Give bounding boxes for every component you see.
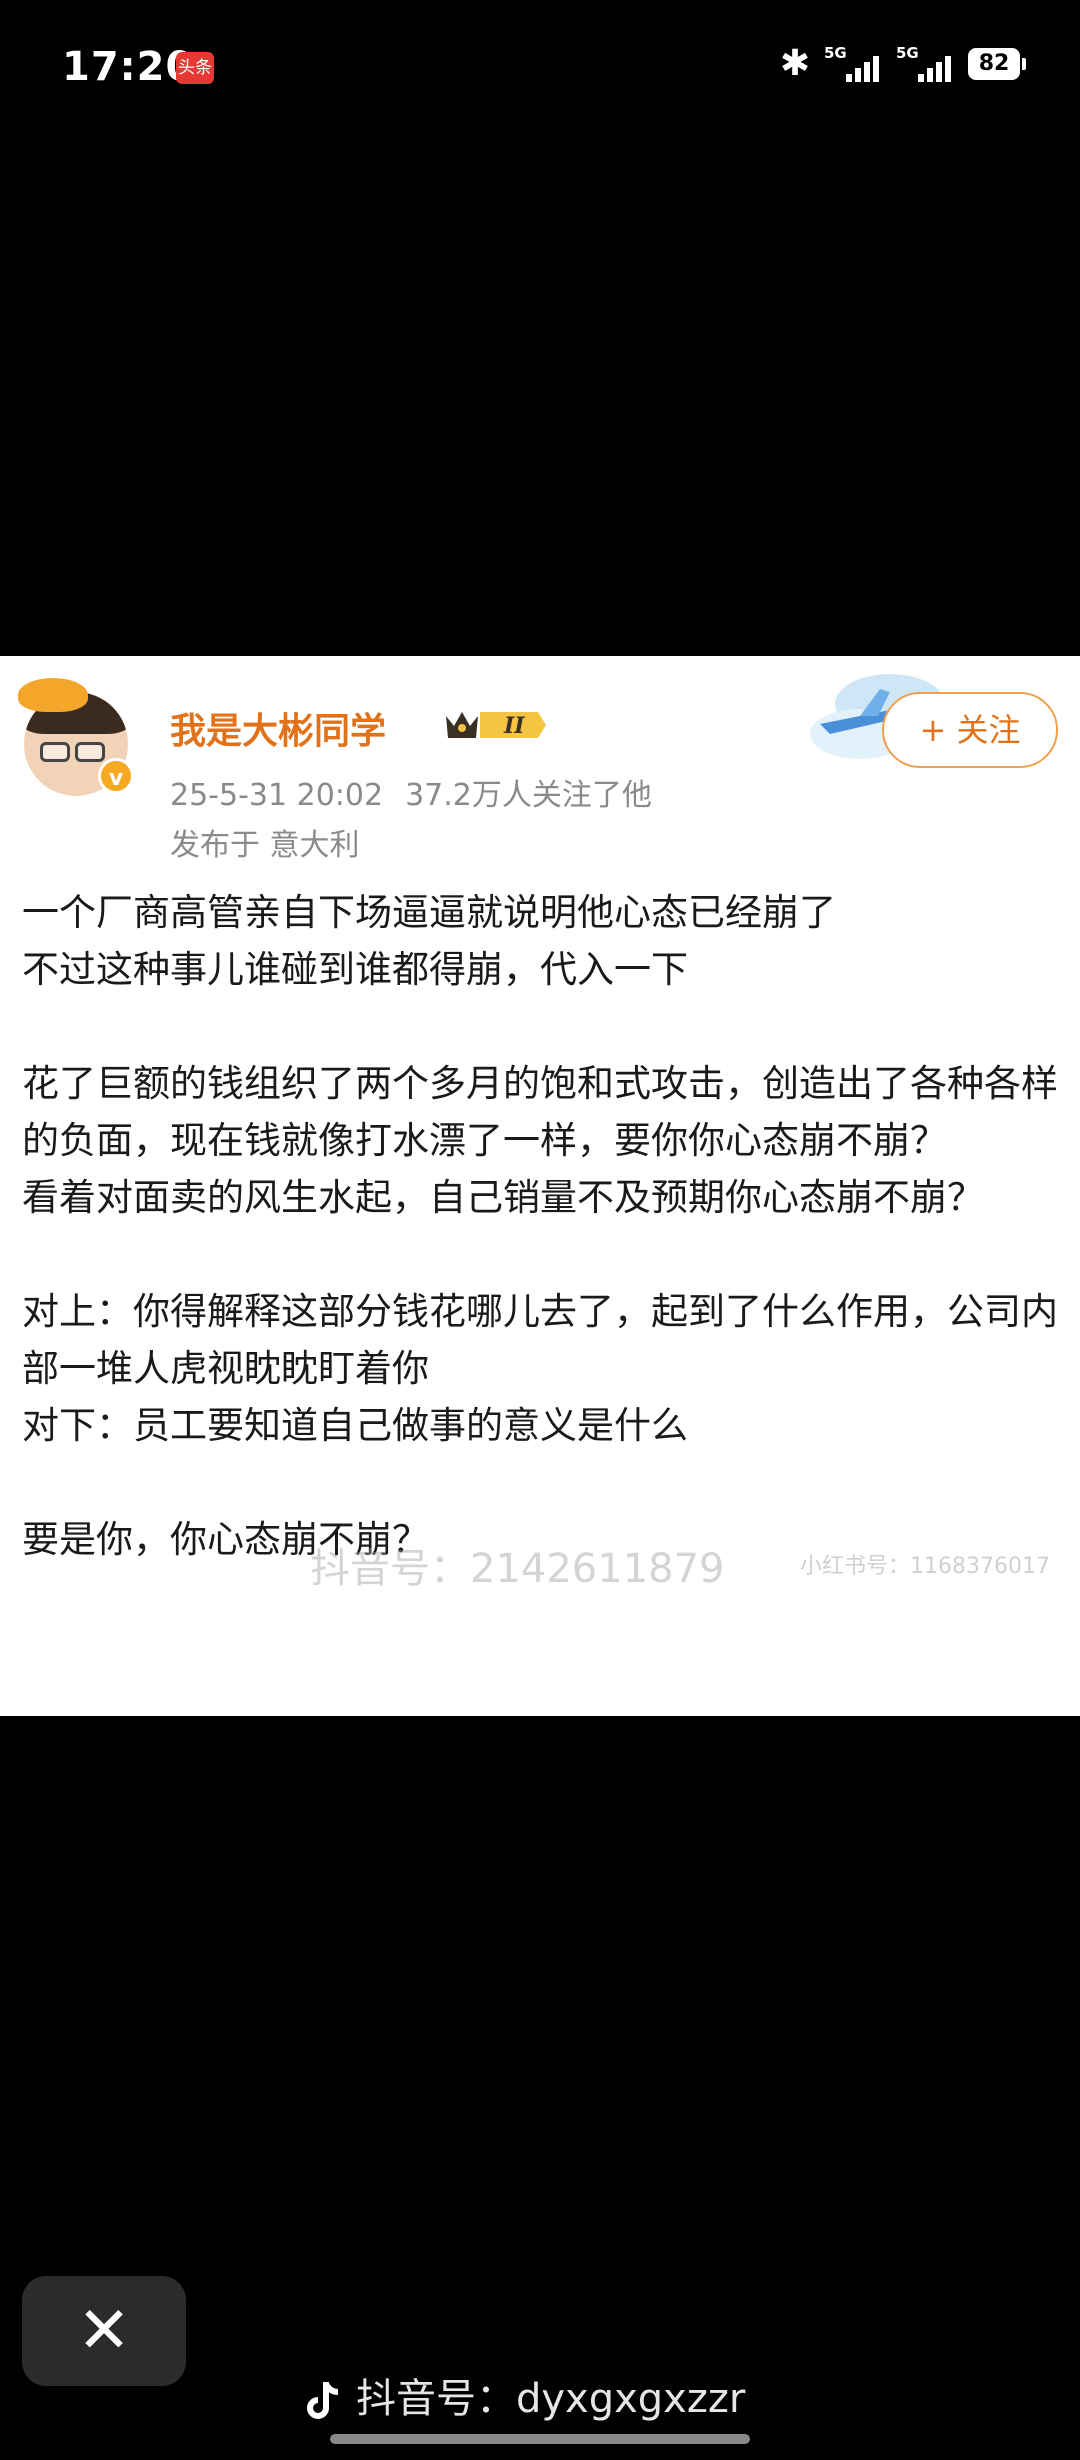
home-indicator[interactable] xyxy=(330,2434,750,2444)
avatar[interactable]: v xyxy=(18,678,136,796)
level-badge-text: II xyxy=(503,713,525,739)
close-button[interactable]: ✕ xyxy=(22,2276,186,2386)
status-time: 17:20 xyxy=(62,44,195,90)
post-paragraph: 一个厂商高管亲自下场逼逼就说明他心态已经崩了 xyxy=(22,891,836,934)
tiger-icon xyxy=(18,678,88,712)
bluetooth-icon: ✱ xyxy=(779,43,810,84)
post-card: v 我是大彬同学 II 25-5-31 20:02 37.2万人关注了他 发布于 … xyxy=(0,656,1080,1716)
post-paragraph: 对上：你得解释这部分钱花哪儿去了，起到了什么作用，公司内部一堆人虎视眈眈盯着你 xyxy=(22,1290,1058,1390)
signal-icon: 5G xyxy=(824,44,882,82)
network-label-1: 5G xyxy=(824,44,847,62)
signal-icon: 5G xyxy=(896,44,954,82)
status-icons: ✱ 5G 5G 82 xyxy=(779,43,1026,84)
post-paragraph: 不过这种事儿谁碰到谁都得崩，代入一下 xyxy=(22,948,688,991)
toutiao-app-icon: 头条 xyxy=(176,52,214,84)
watermark: 抖音号：2142611879 xyxy=(310,1546,725,1592)
post-location: 发布于 意大利 xyxy=(170,828,360,863)
network-label-2: 5G xyxy=(896,44,919,62)
close-icon: ✕ xyxy=(77,2294,131,2368)
douyin-logo-icon xyxy=(307,2382,339,2419)
post-meta: 25-5-31 20:02 37.2万人关注了他 xyxy=(170,770,652,814)
post-paragraph: 看着对面卖的风生水起，自己销量不及预期你心态崩不崩？ xyxy=(22,1176,984,1219)
douyin-watermark: 抖音号：dyxgxgxzzr xyxy=(300,2366,745,2424)
watermark-small: 小红书号：1168376017 xyxy=(800,1554,1050,1579)
battery-icon: 82 xyxy=(968,48,1026,80)
follower-count: 37.2万人关注了他 xyxy=(405,778,652,813)
crown-icon: II xyxy=(446,712,546,739)
post-paragraph: 花了巨额的钱组织了两个多月的饱和式攻击，创造出了各种各样的负面，现在钱就像打水漂… xyxy=(22,1062,1058,1162)
username[interactable]: 我是大彬同学 xyxy=(170,702,386,754)
douyin-id: 抖音号：dyxgxgxzzr xyxy=(356,2376,746,2422)
verified-badge-icon: v xyxy=(98,758,134,794)
post-body: 一个厂商高管亲自下场逼逼就说明他心态已经崩了 不过这种事儿谁碰到谁都得崩，代入一… xyxy=(22,884,1062,1568)
post-date: 25-5-31 20:02 xyxy=(170,778,384,813)
follow-button[interactable]: + 关注 xyxy=(882,692,1058,768)
post-paragraph: 对下：员工要知道自己做事的意义是什么 xyxy=(22,1404,688,1447)
